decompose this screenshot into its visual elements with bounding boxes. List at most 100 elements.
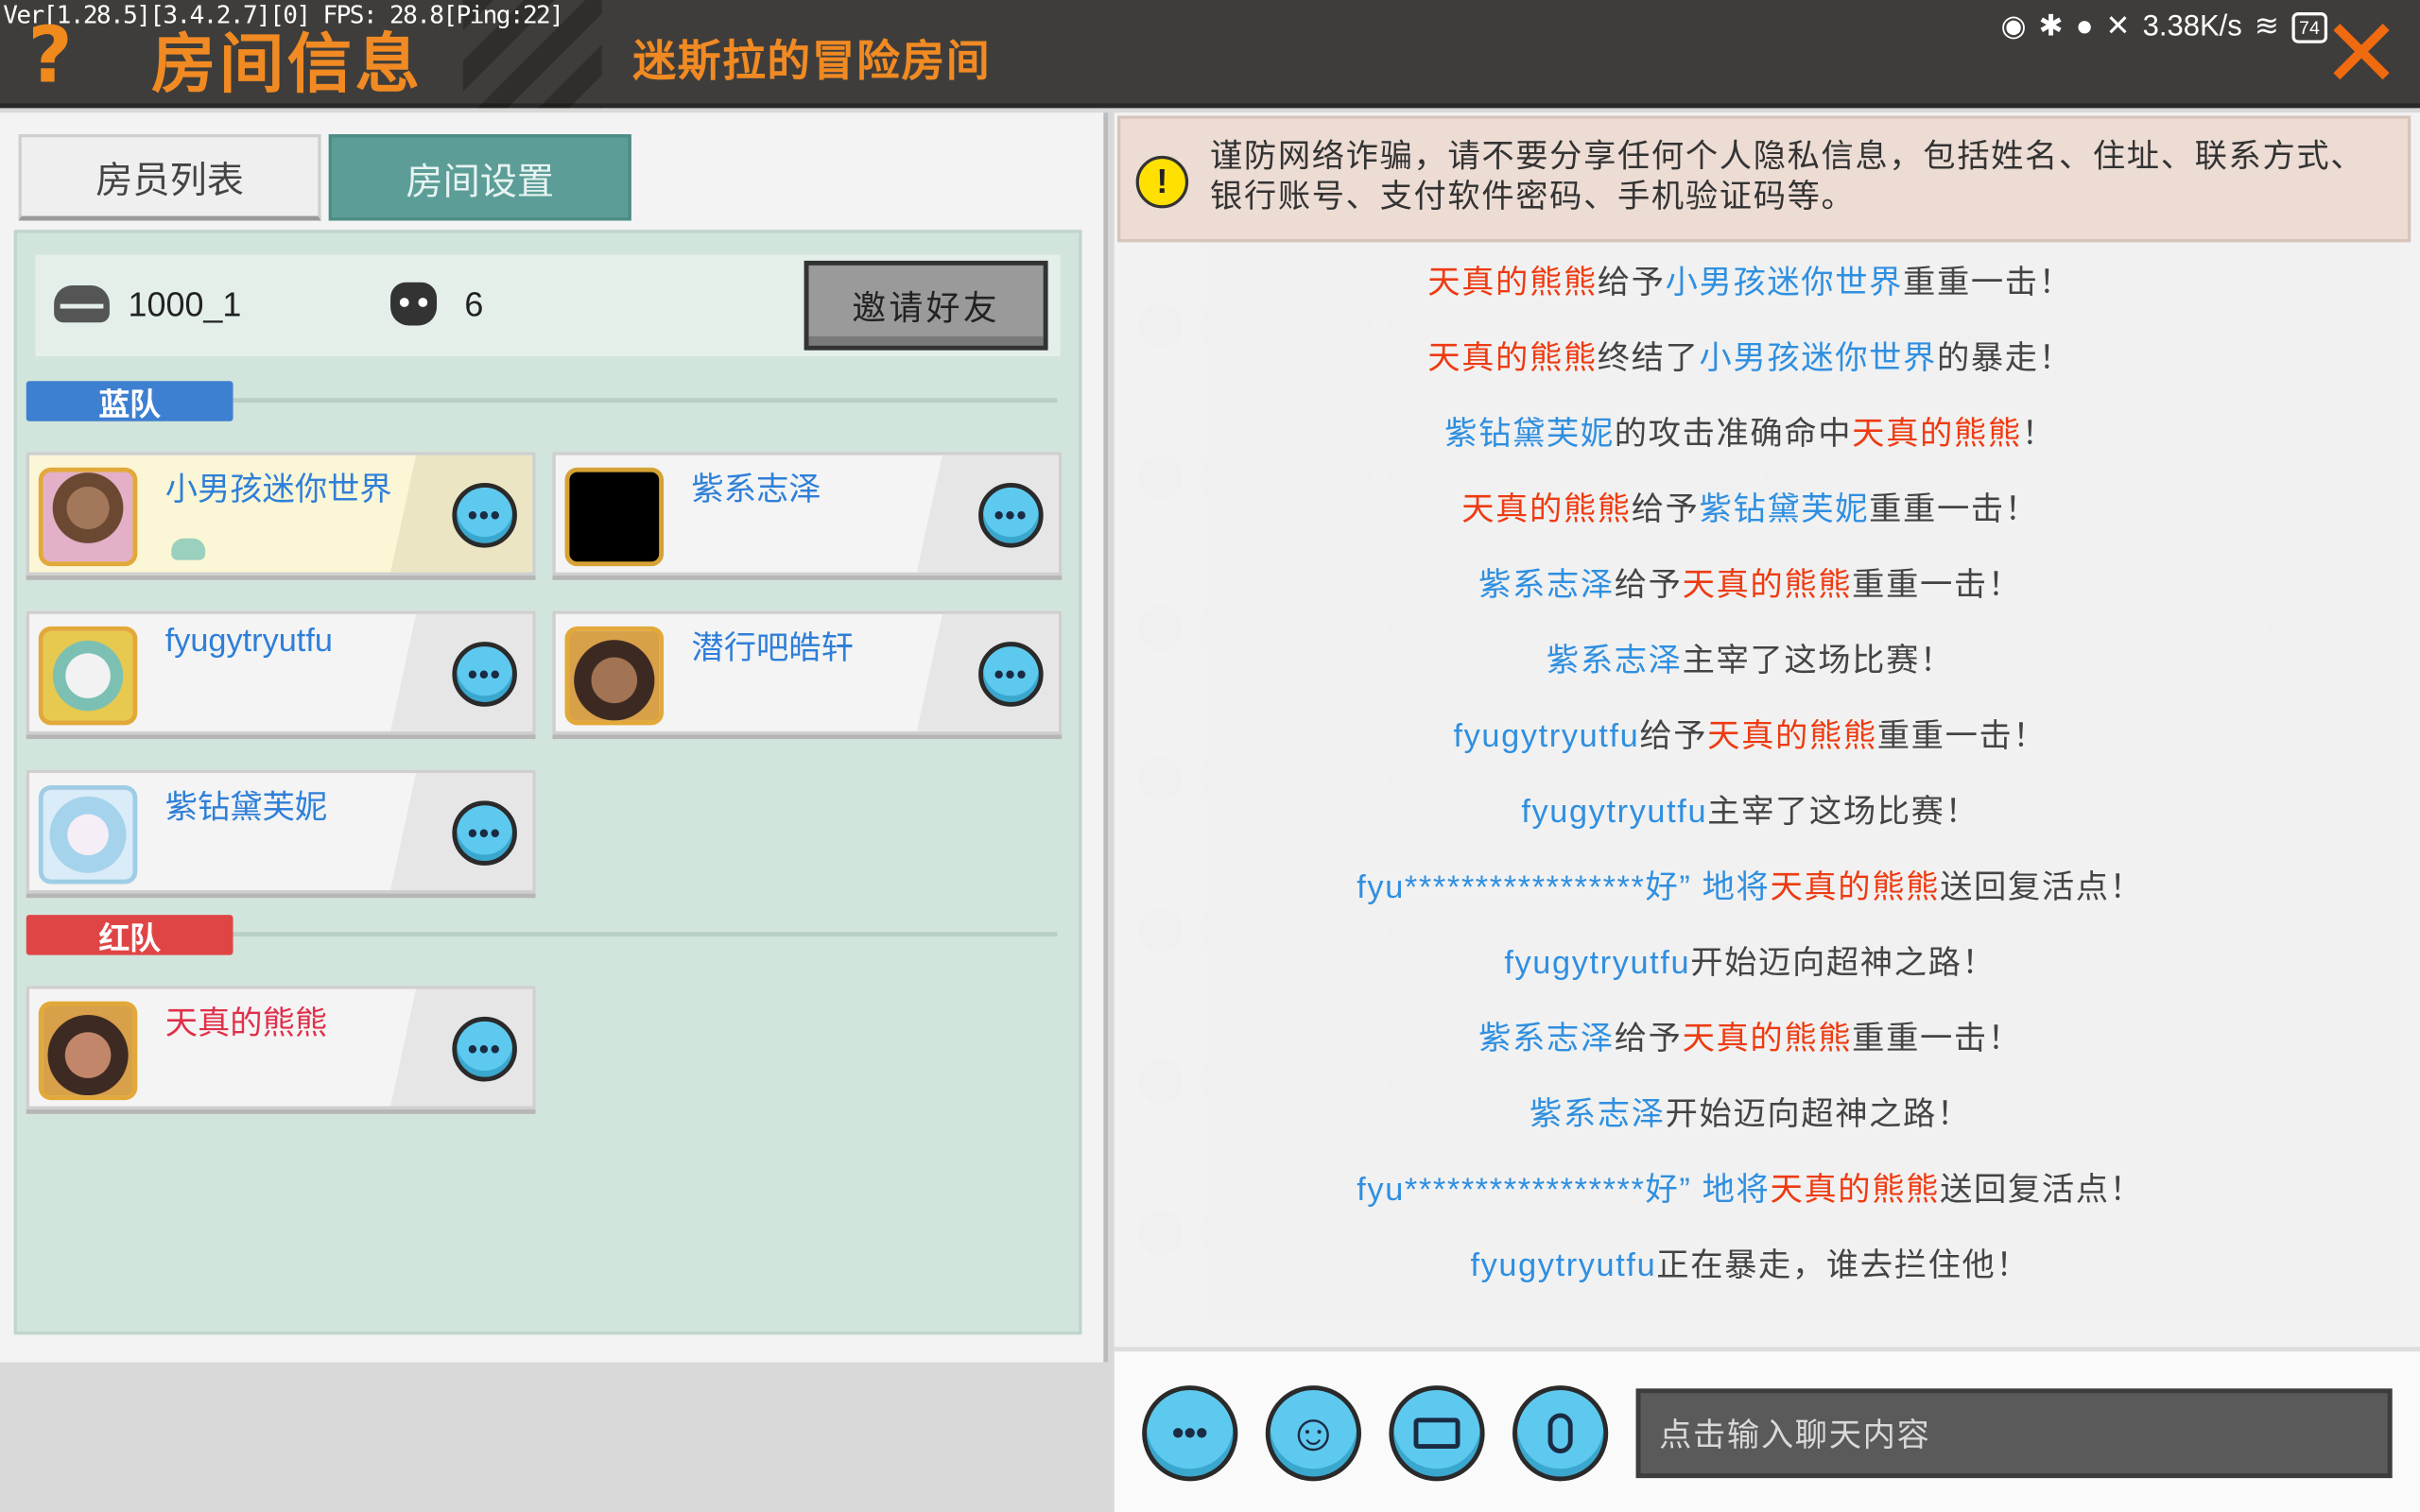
member-more-button[interactable]: ••• — [452, 483, 517, 548]
member-name: fyugytryutfu — [164, 623, 333, 660]
chat-message: fyu*****************好” 地将天真的熊熊送回复活点！ — [1115, 1165, 2386, 1211]
chat-message: 紫系志泽开始迈向超神之路！ — [1115, 1090, 2386, 1136]
player-name: 小男孩迷你世界 — [1665, 265, 1904, 301]
message-text: 送回复活点！ — [1940, 1172, 2144, 1209]
cloud-server-icon — [54, 285, 110, 323]
member-more-button[interactable]: ••• — [452, 800, 517, 866]
voice-icon — [1547, 1413, 1573, 1453]
member-name: 小男孩迷你世界 — [164, 472, 392, 508]
warning-icon: ! — [1135, 155, 1189, 209]
more-options-button[interactable]: ••• — [1142, 1385, 1238, 1482]
chat-message: 紫系志泽主宰了这场比赛！ — [1115, 636, 2386, 682]
chat-input-bar: ••• ☺ 点击输入聊天内容 — [1114, 1347, 2420, 1512]
player-name: 紫钻黛芙妮 — [1444, 416, 1615, 453]
emoji-button[interactable]: ☺ — [1265, 1385, 1361, 1482]
member-more-button[interactable]: ••• — [452, 1016, 517, 1082]
player-name: 天真的熊熊 — [1770, 869, 1941, 906]
room-members-area: 1000_1 6 邀请好友 蓝队 小男孩迷你世界 ••• 紫系志泽 ••• fy… — [13, 230, 1082, 1335]
member-more-button[interactable]: ••• — [978, 483, 1044, 548]
chat-input[interactable]: 点击输入聊天内容 — [1635, 1388, 2393, 1479]
member-name: 潜行吧皓轩 — [691, 630, 854, 667]
top-bar: Ver[1.28.5][3.4.2.7][0] FPS: 28.8[Ping:2… — [0, 0, 2420, 109]
player-name: fyugytryutfu — [1453, 718, 1640, 755]
chat-message: 天真的熊熊终结了小男孩迷你世界的暴走！ — [1115, 334, 2386, 380]
avatar[interactable] — [564, 626, 665, 726]
room-name: 迷斯拉的冒险房间 — [632, 37, 992, 85]
help-icon[interactable]: ? — [27, 12, 72, 98]
avatar[interactable] — [38, 1001, 138, 1101]
close-button[interactable]: ✕ — [2322, 7, 2402, 102]
message-text: 开始迈向超神之路！ — [1690, 945, 1996, 982]
invite-friends-button[interactable]: 邀请好友 — [804, 260, 1048, 351]
wifi-icon: ≋ — [2254, 10, 2279, 43]
member-card[interactable]: 小男孩迷你世界 ••• — [26, 452, 536, 576]
member-card[interactable]: fyugytryutfu ••• — [26, 610, 536, 735]
player-name: 天真的熊熊 — [1682, 1021, 1853, 1057]
message-text: 送回复活点！ — [1940, 869, 2144, 906]
team-divider — [233, 398, 1058, 404]
player-name: 紫钻黛芙妮 — [1699, 491, 1870, 528]
member-card[interactable]: 潜行吧皓轩 ••• — [552, 610, 1063, 735]
message-text: ！ — [2021, 416, 2056, 453]
player-name: 天真的熊熊 — [1852, 416, 2022, 453]
chat-message: 紫钻黛芙妮的攻击准确命中天真的熊熊！ — [1115, 409, 2386, 455]
message-text: 主宰了这场比赛！ — [1682, 643, 1954, 679]
player-name: fyu*****************好” 地将 — [1357, 869, 1771, 906]
member-more-button[interactable]: ••• — [978, 642, 1044, 707]
avatar[interactable] — [564, 467, 665, 567]
player-name: fyugytryutfu — [1521, 794, 1708, 831]
chat-message: 天真的熊熊给予紫钻黛芙妮重重一击！ — [1115, 485, 2386, 531]
player-count: 6 — [464, 285, 484, 324]
player-name: 天真的熊熊 — [1427, 340, 1598, 377]
avatar[interactable] — [38, 626, 138, 726]
message-text: 给予 — [1614, 1021, 1683, 1057]
chat-message: fyugytryutfu开始迈向超神之路！ — [1115, 938, 2386, 985]
avatar[interactable] — [38, 467, 138, 567]
message-text: 重重一击！ — [1852, 1021, 2022, 1057]
mute-icon: ✕ — [2105, 10, 2131, 43]
message-text: 主宰了这场比赛！ — [1707, 794, 1979, 831]
tab-room-settings[interactable]: 房间设置 — [328, 134, 631, 221]
chat-message: fyu*****************好” 地将天真的熊熊送回复活点！ — [1115, 863, 2386, 909]
player-name: fyugytryutfu — [1470, 1247, 1657, 1284]
player-name: 紫系志泽 — [1529, 1096, 1666, 1133]
member-card[interactable]: 紫钻黛芙妮 ••• — [26, 769, 536, 894]
team-red-label: 红队 — [26, 915, 233, 955]
message-text: 重重一击！ — [1876, 718, 2048, 755]
chat-message: fyugytryutfu给予天真的熊熊重重一击！ — [1115, 712, 2386, 758]
chat-panel: ! 谨防网络诈骗，请不要分享任何个人隐私信息，包括姓名、住址、联系方式、银行账号… — [1114, 112, 2420, 1348]
player-name: 天真的熊熊 — [1707, 718, 1877, 755]
member-more-button[interactable]: ••• — [452, 642, 517, 707]
member-name: 紫钻黛芙妮 — [164, 789, 328, 826]
message-text: 给予 — [1597, 265, 1666, 301]
player-name: fyugytryutfu — [1504, 945, 1691, 982]
member-card[interactable]: 紫系志泽 ••• — [552, 452, 1063, 576]
message-text: 给予 — [1614, 567, 1683, 604]
fraud-warning: ! 谨防网络诈骗，请不要分享任何个人隐私信息，包括姓名、住址、联系方式、银行账号… — [1117, 115, 2411, 243]
player-name: 天真的熊熊 — [1770, 1172, 1941, 1209]
voice-button[interactable] — [1512, 1385, 1609, 1482]
message-text: 给予 — [1639, 718, 1708, 755]
chat-message: 紫系志泽给予天真的熊熊重重一击！ — [1115, 560, 2386, 607]
member-card[interactable]: 天真的熊熊 ••• — [26, 986, 536, 1109]
player-name: fyu*****************好” 地将 — [1357, 1172, 1771, 1209]
avatar[interactable] — [38, 785, 138, 885]
tab-member-list[interactable]: 房员列表 — [18, 134, 321, 221]
keyboard-button[interactable] — [1389, 1385, 1485, 1482]
player-name: 小男孩迷你世界 — [1699, 340, 1937, 377]
message-text: 重重一击！ — [1869, 491, 2039, 528]
room-info-row: 1000_1 6 邀请好友 — [35, 254, 1061, 357]
bluetooth-icon: ✱ — [2038, 10, 2064, 43]
location-icon: ● — [2075, 9, 2094, 43]
team-blue-label: 蓝队 — [26, 381, 233, 422]
message-text: 重重一击！ — [1852, 567, 2022, 604]
members-panel: 房员列表 房间设置 1000_1 6 邀请好友 蓝队 小男孩迷你世界 ••• 紫… — [0, 112, 1109, 1363]
chat-message: fyugytryutfu正在暴走，谁去拦住他！ — [1115, 1241, 2386, 1287]
cloud-icon — [171, 538, 206, 560]
player-name: 天真的熊熊 — [1461, 491, 1632, 528]
left-footer — [0, 1362, 1115, 1512]
message-text: 给予 — [1631, 491, 1700, 528]
message-text: 开始迈向超神之路！ — [1665, 1096, 1971, 1133]
page-title: 房间信息 — [150, 27, 424, 101]
player-name: 天真的熊熊 — [1682, 567, 1853, 604]
